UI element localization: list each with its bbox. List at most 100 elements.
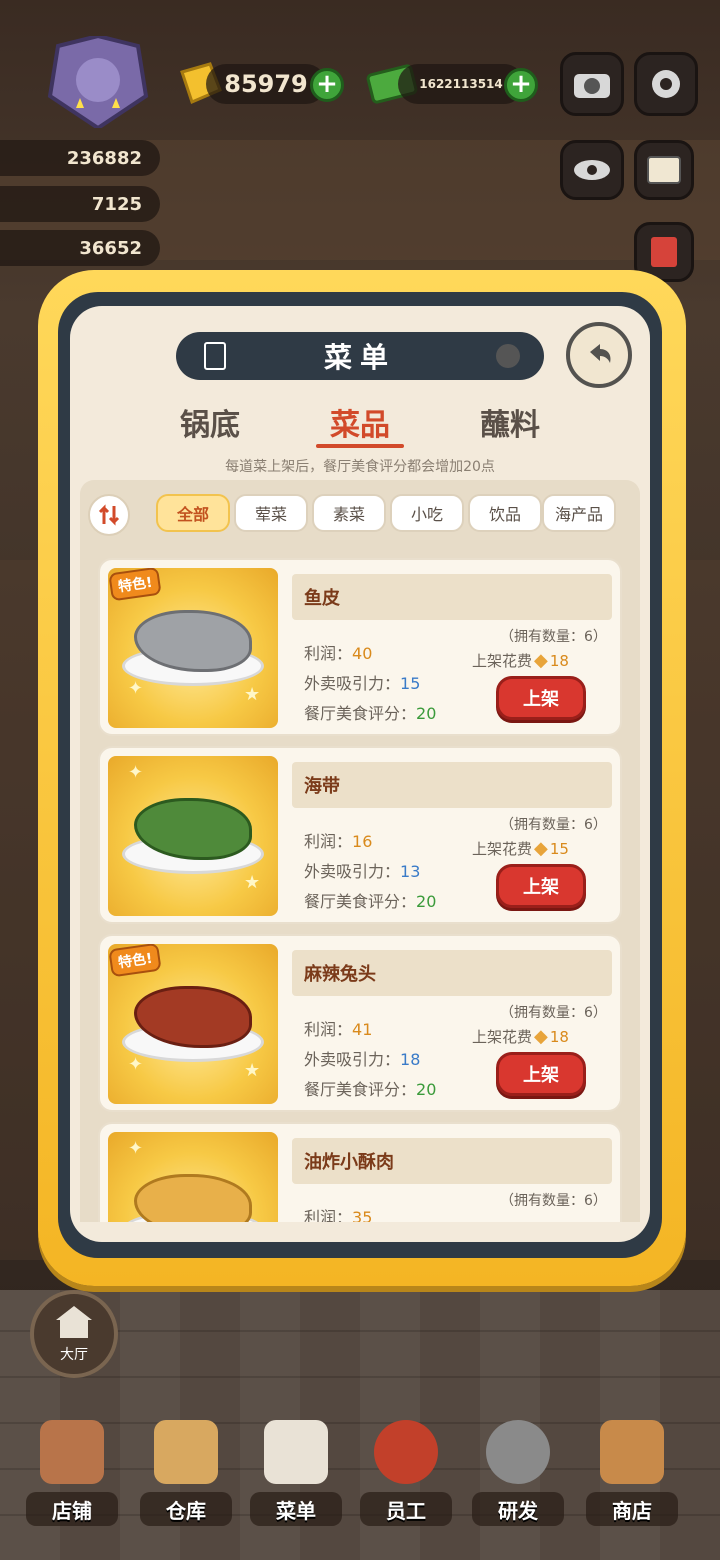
shelf-button[interactable]: 上架 (496, 864, 586, 908)
nav-staff[interactable]: 员工 (360, 1420, 452, 1530)
tab-dishes[interactable]: 菜品 (330, 400, 390, 444)
add-cash-button[interactable]: + (504, 68, 538, 102)
clipboard-icon (264, 1420, 328, 1484)
side-stat-2: 7125 (0, 186, 160, 222)
boxes-icon (154, 1420, 218, 1484)
dish-card: ✦ ★ 特色! 鱼皮 利润：40 外卖吸引力：15 餐厅美食评分：20 （拥有数… (98, 558, 622, 736)
nav-menu[interactable]: 菜单 (250, 1420, 342, 1530)
tab-hotpot-base[interactable]: 锅底 (180, 400, 240, 444)
score-stat: 餐厅美食评分：20 (304, 892, 437, 911)
shelf-button[interactable]: 上架 (496, 1052, 586, 1096)
dish-list[interactable]: ✦ ★ 特色! 鱼皮 利润：40 外卖吸引力：15 餐厅美食评分：20 （拥有数… (80, 546, 640, 1222)
dish-name: 油炸小酥肉 (292, 1138, 612, 1184)
shelf-cost: 上架花费 ◆ 18 (472, 650, 569, 671)
add-coins-button[interactable]: + (310, 68, 344, 102)
profit-stat: 利润：41 (304, 1020, 373, 1039)
dish-name: 海带 (292, 762, 612, 808)
modal-title: 菜单 (323, 341, 396, 374)
pastry-icon: ◆ (534, 650, 548, 671)
star-icon: ★ (244, 1060, 261, 1081)
active-tab-indicator (316, 444, 404, 448)
owned-count: （拥有数量：6） (500, 1193, 607, 1209)
modal-title-bar: 菜单 (176, 332, 544, 380)
view-toggle-button[interactable] (560, 140, 624, 200)
title-decor-dot (496, 344, 520, 368)
dish-image: ✦ ★ 特色! (108, 568, 278, 728)
sparkle-icon: ✦ (128, 1054, 144, 1075)
dish-name: 麻辣兔头 (292, 950, 612, 996)
shop-stall-icon (600, 1420, 664, 1484)
side-stat-3: 36652 (0, 230, 160, 266)
filter-vegetable[interactable]: 素菜 (312, 494, 386, 532)
menu-doc-icon (204, 342, 226, 370)
hall-button[interactable]: 大厅 (30, 1290, 118, 1378)
side-stat-1: 236882 (0, 140, 160, 176)
dish-image: ✦ ★ 特色! (108, 944, 278, 1104)
filter-meat[interactable]: 荤菜 (234, 494, 308, 532)
filter-all[interactable]: 全部 (156, 494, 230, 532)
eye-icon (574, 160, 610, 180)
owned-count: （拥有数量：6） (500, 817, 607, 833)
book-icon (647, 156, 681, 184)
dish-name: 鱼皮 (292, 574, 612, 620)
cash-value: 1622113514 (419, 77, 503, 91)
nav-store[interactable]: 商店 (586, 1420, 678, 1530)
dish-image: ✦ ★ (108, 756, 278, 916)
appeal-value: 15 (400, 674, 421, 693)
nav-label: 仓库 (140, 1492, 232, 1526)
nav-label: 菜单 (250, 1492, 342, 1526)
dish-card: ✦ 油炸小酥肉 利润：35 （拥有数量：6） (98, 1122, 622, 1222)
filter-drinks[interactable]: 饮品 (468, 494, 542, 532)
score-stat: 餐厅美食评分：20 (304, 1080, 437, 1099)
shelf-button[interactable]: 上架 (496, 676, 586, 720)
score-value: 20 (416, 1080, 437, 1099)
sparkle-icon: ✦ (128, 678, 144, 699)
gear-icon (652, 70, 680, 98)
storefront-icon (40, 1420, 104, 1484)
score-stat: 餐厅美食评分：20 (304, 704, 437, 723)
guide-book-button[interactable] (634, 140, 694, 200)
nav-shop-front[interactable]: 店铺 (26, 1420, 118, 1530)
profit-stat: 利润：40 (304, 644, 373, 663)
profit-stat: 利润：35 (304, 1204, 372, 1222)
cooking-pot-icon (486, 1420, 550, 1484)
star-icon: ★ (244, 872, 261, 893)
special-tag: 特色! (108, 568, 163, 602)
profit-value: 41 (352, 1020, 373, 1039)
pastry-icon: ◆ (534, 1026, 548, 1047)
tab-dipping-sauce[interactable]: 蘸料 (480, 400, 540, 444)
star-icon: ★ (244, 684, 261, 705)
nav-label: 研发 (472, 1492, 564, 1526)
profit-value: 40 (352, 644, 373, 663)
nav-label: 店铺 (26, 1492, 118, 1526)
sort-arrows-icon (98, 504, 120, 526)
rank-badge-icon[interactable] (38, 33, 158, 131)
shelf-cost: 上架花费 ◆ 18 (472, 1026, 569, 1047)
back-button[interactable] (566, 322, 632, 388)
nav-label: 员工 (360, 1492, 452, 1526)
filter-snack[interactable]: 小吃 (390, 494, 464, 532)
appeal-stat: 外卖吸引力：15 (304, 674, 421, 693)
settings-button[interactable] (634, 52, 698, 116)
profit-value: 16 (352, 832, 373, 851)
profit-value: 35 (352, 1208, 373, 1222)
filter-seafood[interactable]: 海产品 (542, 494, 616, 532)
camera-button[interactable] (560, 52, 624, 116)
nav-research[interactable]: 研发 (472, 1420, 564, 1530)
coin-value: 85979 (224, 70, 308, 98)
pastry-icon: ◆ (534, 838, 548, 859)
sort-button[interactable] (88, 494, 130, 536)
profit-stat: 利润：16 (304, 832, 373, 851)
appeal-stat: 外卖吸引力：18 (304, 1050, 421, 1069)
score-value: 20 (416, 704, 437, 723)
shelf-cost: 上架花费 ◆ 15 (472, 838, 569, 859)
hall-label: 大厅 (60, 1347, 88, 1363)
owned-count: （拥有数量：6） (500, 1005, 607, 1021)
dish-image: ✦ (108, 1132, 278, 1222)
appeal-value: 18 (400, 1050, 421, 1069)
camera-icon (574, 74, 610, 98)
house-icon (56, 1306, 92, 1338)
book-icon (651, 237, 677, 267)
score-value: 20 (416, 892, 437, 911)
nav-warehouse[interactable]: 仓库 (140, 1420, 232, 1530)
